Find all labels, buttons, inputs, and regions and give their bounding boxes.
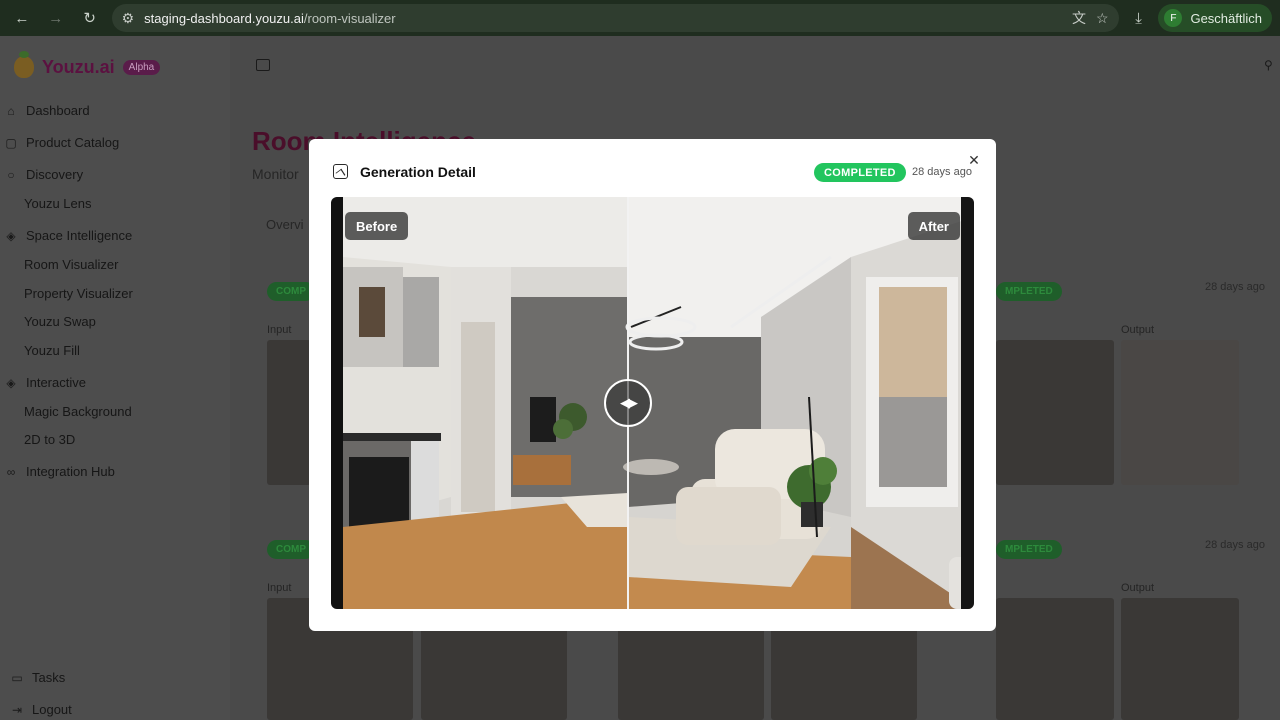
dialog-title: Generation Detail xyxy=(360,164,476,180)
brand[interactable]: Youzu.ai Alpha xyxy=(14,51,161,78)
sidebar-toggle-icon[interactable] xyxy=(256,59,270,71)
sidebar-item-label: Discovery xyxy=(26,167,84,182)
sidebar-item-youzu-lens[interactable]: Youzu Lens xyxy=(24,196,91,211)
sidebar-item-label: Room Visualizer xyxy=(24,257,119,272)
sidebar-item-dashboard[interactable]: ⌂ Dashboard xyxy=(4,103,90,118)
browser-toolbar: ← → ↻ ⚙ staging-dashboard.youzu.ai/room-… xyxy=(0,0,1280,36)
sidebar-item-discovery[interactable]: ○ Discovery xyxy=(4,167,83,182)
sidebar-item-label: Magic Background xyxy=(24,404,132,419)
sidebar-item-label: Space Intelligence xyxy=(26,228,133,243)
sidebar-item-logout[interactable]: ⇥ Logout xyxy=(10,702,72,717)
sidebar-item-room-visualizer[interactable]: Room Visualizer xyxy=(24,257,118,272)
status-badge: COMP xyxy=(267,540,315,559)
generation-time: 28 days ago xyxy=(912,166,972,178)
before-label: Before xyxy=(345,212,409,240)
input-label: Input xyxy=(267,324,292,336)
sidebar-item-label: Product Catalog xyxy=(26,135,120,150)
card-image[interactable] xyxy=(996,598,1114,720)
sidebar-item-interactive[interactable]: ◈ Interactive xyxy=(4,375,86,390)
tasks-icon: ▭ xyxy=(11,670,23,685)
reload-icon[interactable]: ↻ xyxy=(76,4,104,32)
bag-icon: ▢ xyxy=(5,135,17,150)
sidebar-item-integration-hub[interactable]: ∞ Integration Hub xyxy=(4,464,115,479)
home-icon: ⌂ xyxy=(7,103,15,118)
search-icon: ○ xyxy=(7,167,15,182)
url-path: /room-visualizer xyxy=(303,10,396,26)
pineapple-logo-icon xyxy=(14,51,34,78)
output-label: Output xyxy=(1121,582,1155,594)
link-icon: ∞ xyxy=(6,464,16,479)
output-label: Output xyxy=(1121,324,1155,336)
status-badge: MPLETED xyxy=(996,282,1062,301)
address-bar[interactable]: ⚙ staging-dashboard.youzu.ai/room-visual… xyxy=(111,4,1119,32)
sidebar-item-tasks[interactable]: ▭ Tasks xyxy=(10,670,65,685)
sidebar-item-label: Youzu Lens xyxy=(24,196,92,211)
translate-icon[interactable]: 文 xyxy=(1072,8,1086,28)
sidebar-item-label: Integration Hub xyxy=(26,464,115,479)
tab-overview[interactable]: Overvi xyxy=(266,217,304,232)
sidebar-item-label: 2D to 3D xyxy=(24,432,76,447)
sidebar-item-youzu-swap[interactable]: Youzu Swap xyxy=(24,314,96,329)
sidebar-item-product-catalog[interactable]: ▢ Product Catalog xyxy=(4,135,119,150)
profile-name: Geschäftlich xyxy=(1190,10,1262,26)
bookmark-star-icon[interactable]: ☆ xyxy=(1096,10,1109,27)
card-time: 28 days ago xyxy=(1205,281,1265,293)
sidebar-item-youzu-fill[interactable]: Youzu Fill xyxy=(24,343,80,358)
after-label: After xyxy=(907,212,960,240)
room-comparison-image xyxy=(343,197,974,609)
input-label: Input xyxy=(267,582,292,594)
sidebar-item-label: Dashboard xyxy=(26,103,90,118)
layers-icon: ◈ xyxy=(6,375,16,390)
status-badge: COMPLETED xyxy=(814,163,906,182)
before-after-comparison[interactable]: Before After ◀▶ xyxy=(331,197,974,609)
sidebar-item-space-intelligence[interactable]: ◈ Space Intelligence xyxy=(4,228,132,243)
download-icon[interactable]: ⤓ xyxy=(1125,10,1153,27)
layers-icon: ◈ xyxy=(6,228,16,243)
comparison-slider-handle[interactable]: ◀▶ xyxy=(604,379,652,427)
sidebar: Youzu.ai Alpha ⌂ Dashboard ▢ Product Catal… xyxy=(0,36,230,720)
generation-detail-dialog: Generation Detail COMPLETED 28 days ago … xyxy=(309,139,996,631)
card-image[interactable] xyxy=(996,340,1114,485)
forward-icon[interactable]: → xyxy=(42,4,70,32)
sidebar-item-label: Logout xyxy=(32,702,72,717)
back-icon[interactable]: ← xyxy=(8,4,36,32)
sidebar-item-magic-background[interactable]: Magic Background xyxy=(24,404,132,419)
sidebar-item-property-visualizer[interactable]: Property Visualizer xyxy=(24,286,133,301)
profile-button[interactable]: F Geschäftlich xyxy=(1158,4,1272,32)
sidebar-item-label: Youzu Fill xyxy=(24,343,80,358)
page-subtitle: Monitor xyxy=(252,166,299,182)
sidebar-item-2d-to-3d[interactable]: 2D to 3D xyxy=(24,432,75,447)
close-icon[interactable]: ✕ xyxy=(967,153,981,167)
brand-name: Youzu.ai xyxy=(42,56,115,77)
sidebar-item-label: Property Visualizer xyxy=(24,286,133,301)
url-host: staging-dashboard.youzu.ai xyxy=(144,10,304,26)
card-image[interactable] xyxy=(1121,340,1239,485)
card-time: 28 days ago xyxy=(1205,539,1265,551)
sidebar-item-label: Youzu Swap xyxy=(24,314,96,329)
status-badge: MPLETED xyxy=(996,540,1062,559)
logout-icon: ⇥ xyxy=(11,702,23,717)
card-image[interactable] xyxy=(1121,598,1239,720)
status-badge: COMP xyxy=(267,282,315,301)
user-icon[interactable]: ⚲ xyxy=(1264,58,1274,72)
avatar: F xyxy=(1164,9,1183,27)
sidebar-item-label: Tasks xyxy=(32,670,66,685)
sidebar-item-label: Interactive xyxy=(26,375,86,390)
card-image[interactable] xyxy=(267,340,311,485)
alpha-badge: Alpha xyxy=(122,59,161,75)
image-icon xyxy=(333,164,348,179)
site-settings-icon[interactable]: ⚙ xyxy=(122,10,135,27)
